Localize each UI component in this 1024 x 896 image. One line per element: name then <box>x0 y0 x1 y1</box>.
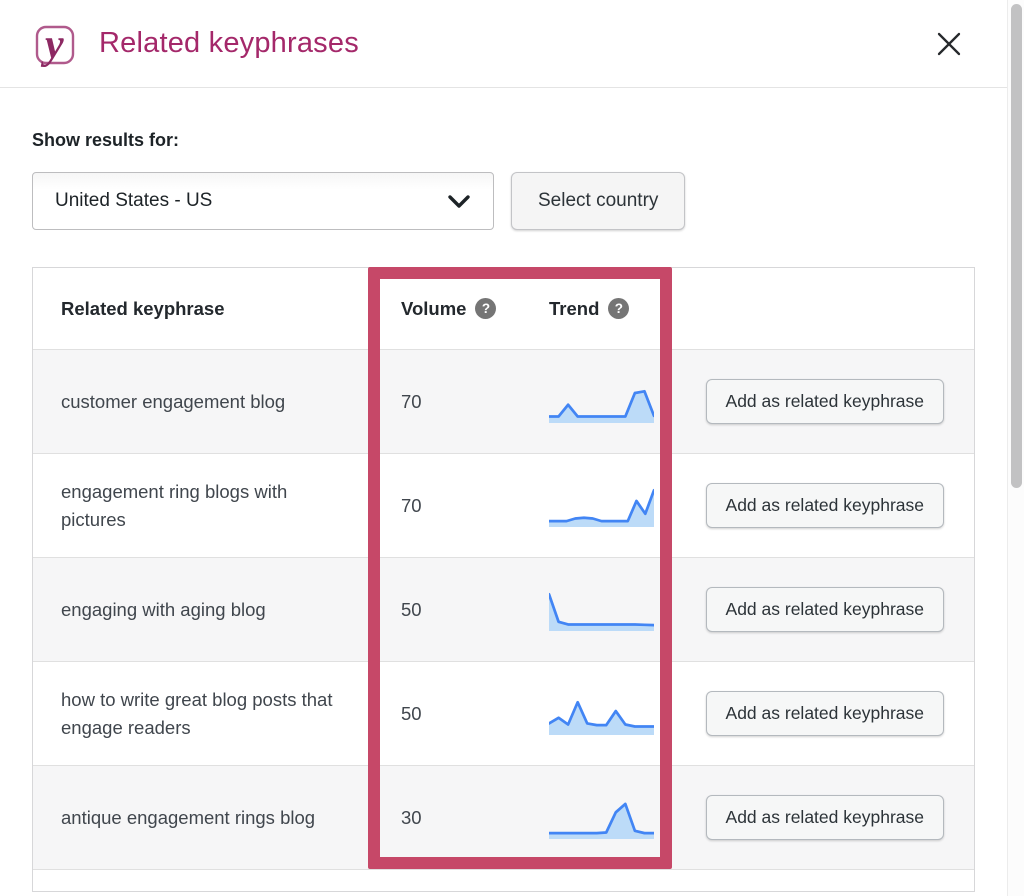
column-header-trend: Trend <box>549 298 599 320</box>
trend-sparkline <box>549 693 654 735</box>
volume-help-icon[interactable]: ? <box>475 298 496 319</box>
scrollbar-thumb[interactable] <box>1011 4 1022 488</box>
column-header-keyphrase: Related keyphrase <box>61 298 225 320</box>
table-header-row: Related keyphrase Volume ? Trend ? <box>33 268 974 350</box>
trend-sparkline <box>549 485 654 527</box>
yoast-logo-icon: y <box>35 20 77 68</box>
volume-cell: 70 <box>401 492 422 520</box>
table-row: engagement ring blogs with pictures 70 A… <box>33 454 974 558</box>
volume-cell: 70 <box>401 388 422 416</box>
page-title: Related keyphrases <box>99 27 359 60</box>
table-row-partial <box>33 870 974 891</box>
table-row: how to write great blog posts that engag… <box>33 662 974 766</box>
related-keyphrases-table: Related keyphrase Volume ? Trend ? custo… <box>32 267 975 892</box>
close-icon[interactable] <box>931 26 967 62</box>
keyphrase-cell: how to write great blog posts that engag… <box>61 686 333 742</box>
trend-sparkline <box>549 381 654 423</box>
table-row: antique engagement rings blog 30 Add as … <box>33 766 974 870</box>
svg-text:y: y <box>40 22 64 68</box>
chevron-down-icon <box>447 194 471 209</box>
table-body: customer engagement blog 70 Add as relat… <box>33 350 974 891</box>
keyphrase-cell: engagement ring blogs with pictures <box>61 478 333 534</box>
select-country-button[interactable]: Select country <box>511 172 685 230</box>
trend-sparkline <box>549 797 654 839</box>
table-row: engaging with aging blog 50 Add as relat… <box>33 558 974 662</box>
add-related-keyphrase-button[interactable]: Add as related keyphrase <box>706 795 944 840</box>
add-related-keyphrase-button[interactable]: Add as related keyphrase <box>706 483 944 528</box>
keyphrase-cell: customer engagement blog <box>61 388 285 416</box>
show-results-for-label: Show results for: <box>32 130 179 151</box>
related-keyphrases-modal: y Related keyphrases Show results for: U… <box>0 0 1024 896</box>
keyphrase-cell: antique engagement rings blog <box>61 804 315 832</box>
keyphrase-cell: engaging with aging blog <box>61 596 266 624</box>
add-related-keyphrase-button[interactable]: Add as related keyphrase <box>706 587 944 632</box>
country-select-value: United States - US <box>55 190 212 212</box>
table-row: customer engagement blog 70 Add as relat… <box>33 350 974 454</box>
trend-sparkline <box>549 589 654 631</box>
add-related-keyphrase-button[interactable]: Add as related keyphrase <box>706 691 944 736</box>
volume-cell: 30 <box>401 804 422 832</box>
volume-cell: 50 <box>401 596 422 624</box>
modal-header: y Related keyphrases <box>0 0 1007 88</box>
column-header-volume: Volume <box>401 298 466 320</box>
scrollbar-track[interactable] <box>1007 0 1024 896</box>
country-select[interactable]: United States - US <box>32 172 494 230</box>
volume-cell: 50 <box>401 700 422 728</box>
trend-help-icon[interactable]: ? <box>608 298 629 319</box>
add-related-keyphrase-button[interactable]: Add as related keyphrase <box>706 379 944 424</box>
